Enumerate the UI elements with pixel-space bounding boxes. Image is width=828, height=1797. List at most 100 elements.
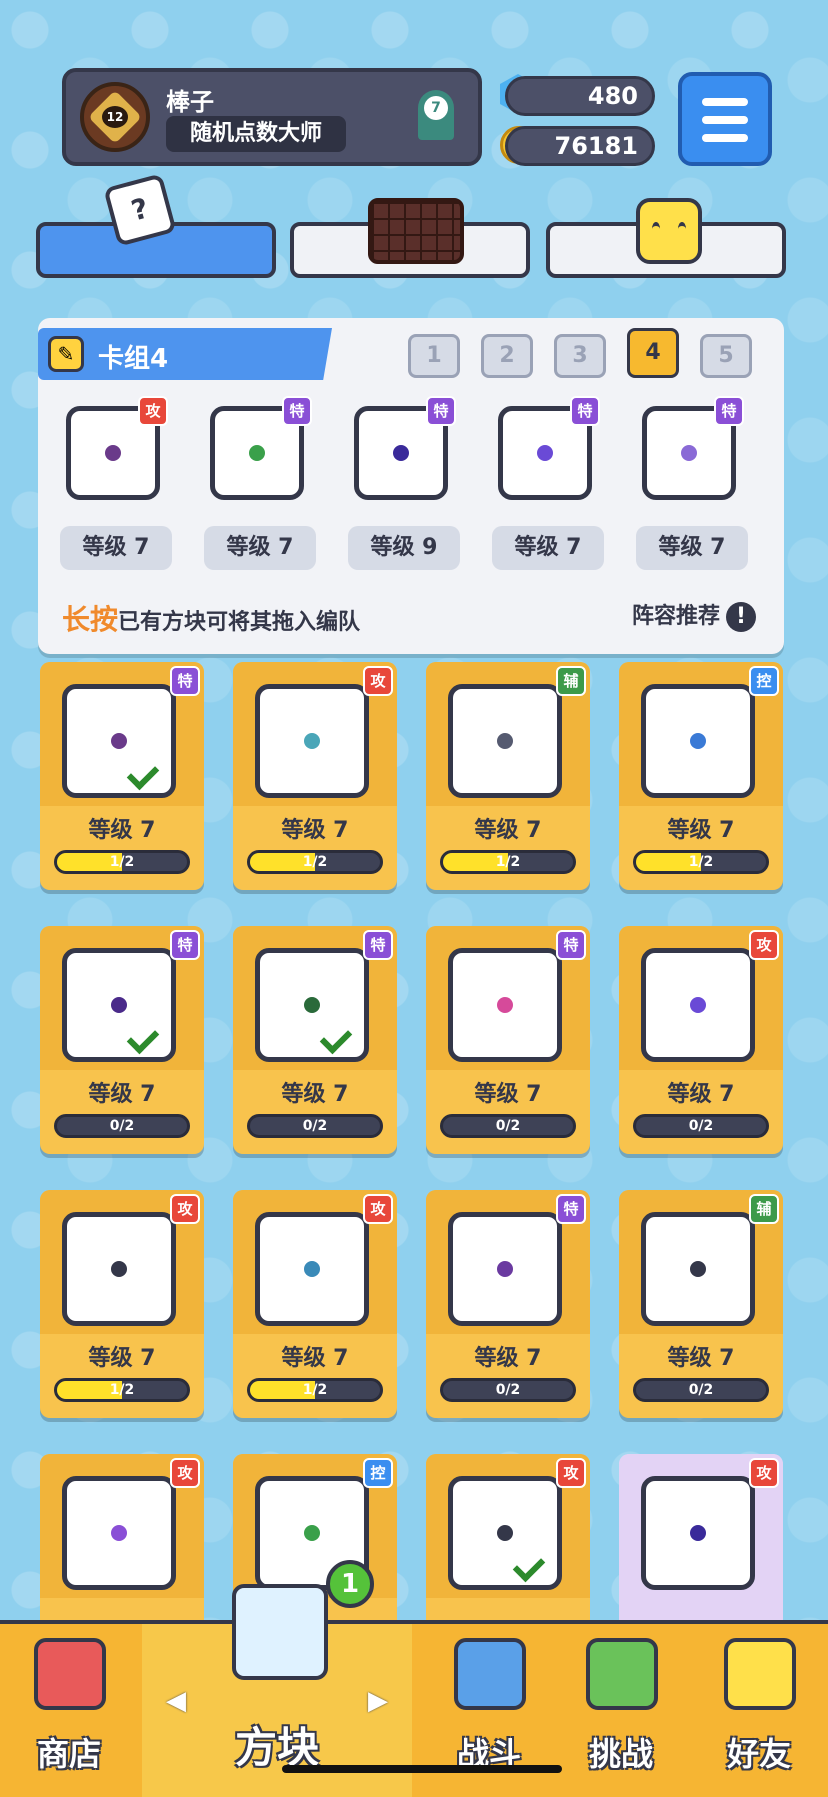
- type-badge: 特: [282, 396, 312, 426]
- pip: [111, 1261, 127, 1277]
- menu-button[interactable]: [678, 72, 772, 166]
- progress-text: 1/2: [688, 854, 714, 870]
- deck-slot-5[interactable]: 5: [700, 334, 752, 378]
- collection-card[interactable]: 攻等级 7 0/2: [619, 926, 783, 1154]
- type-badge: 攻: [363, 1194, 393, 1224]
- type-badge: 控: [363, 1458, 393, 1488]
- collection-card[interactable]: 控等级 7 1/2: [619, 662, 783, 890]
- avatar[interactable]: 12: [80, 82, 150, 152]
- deck-card[interactable]: 特: [202, 396, 312, 506]
- type-badge: 攻: [170, 1194, 200, 1224]
- board-icon: [368, 198, 464, 264]
- hint-text: 已有方块可将其拖入编队: [118, 610, 361, 635]
- dice-tile: [448, 684, 562, 798]
- battle-icon: [454, 1638, 526, 1710]
- progress-bar: 0/2: [247, 1114, 383, 1138]
- pip: [537, 445, 553, 461]
- type-badge: 特: [714, 396, 744, 426]
- card-level: 等级 7: [667, 1082, 735, 1107]
- card-level: 等级 7: [474, 818, 542, 843]
- left-arrow-icon[interactable]: ◀: [166, 1686, 186, 1716]
- type-badge: 特: [170, 930, 200, 960]
- pencil-icon[interactable]: ✎: [48, 336, 84, 372]
- type-badge: 攻: [138, 396, 168, 426]
- progress-text: 0/2: [109, 1118, 135, 1134]
- type-badge: 特: [363, 930, 393, 960]
- nav-challenge[interactable]: 挑战: [552, 1624, 690, 1797]
- deck-name-tag[interactable]: ✎ 卡组4: [38, 328, 332, 380]
- type-badge: 攻: [170, 1458, 200, 1488]
- hint-emphasis: 长按: [62, 603, 119, 636]
- progress-text: 0/2: [688, 1118, 714, 1134]
- deck-slot-3[interactable]: 3: [554, 334, 606, 378]
- coin-count[interactable]: 76181: [505, 126, 655, 166]
- lineup-recommend-button[interactable]: 阵容推荐!: [632, 598, 756, 632]
- progress-bar: 0/2: [633, 1378, 769, 1402]
- collection-card[interactable]: 特等级 7 0/2: [40, 926, 204, 1154]
- collection-card[interactable]: 特等级 7 1/2: [40, 662, 204, 890]
- deck-card-level: 等级 7: [636, 526, 748, 570]
- pip: [111, 997, 127, 1013]
- tab-dice[interactable]: ?: [36, 173, 276, 278]
- pip: [105, 445, 121, 461]
- pip: [304, 1525, 320, 1541]
- deck-card[interactable]: 特: [634, 396, 744, 506]
- tab-board[interactable]: [290, 198, 530, 278]
- pip: [681, 445, 697, 461]
- collection-card[interactable]: 特等级 7 0/2: [233, 926, 397, 1154]
- profile-panel[interactable]: 12 棒子 随机点数大师 7: [62, 68, 482, 166]
- pip: [393, 445, 409, 461]
- deck-card-level: 等级 9: [348, 526, 460, 570]
- collection-card[interactable]: 攻等级 7 1/2: [40, 1190, 204, 1418]
- right-arrow-icon[interactable]: ▶: [368, 1686, 388, 1716]
- dice-tile: [448, 1476, 562, 1590]
- deck-slot-4[interactable]: 4: [627, 328, 679, 378]
- collection-card[interactable]: 辅等级 7 1/2: [426, 662, 590, 890]
- deck-card[interactable]: 攻: [58, 396, 168, 506]
- pip: [690, 1261, 706, 1277]
- deck-card[interactable]: 特: [346, 396, 456, 506]
- card-level: 等级 7: [667, 1346, 735, 1371]
- pip: [497, 1525, 513, 1541]
- card-level: 等级 7: [88, 1346, 156, 1371]
- collection-card[interactable]: 特等级 7 0/2: [426, 1190, 590, 1418]
- recommend-label: 阵容推荐: [631, 604, 720, 629]
- blocks-icon: [232, 1584, 328, 1680]
- deck-slot-1[interactable]: 1: [408, 334, 460, 378]
- collection-card[interactable]: 攻等级 7 1/2: [233, 1190, 397, 1418]
- nav-friends[interactable]: 好友: [690, 1624, 828, 1797]
- progress-bar: 0/2: [440, 1114, 576, 1138]
- player-level: 12: [102, 106, 128, 128]
- type-badge: 辅: [556, 666, 586, 696]
- progress-bar: 0/2: [633, 1114, 769, 1138]
- emote-icon: [636, 198, 702, 264]
- pip: [497, 1261, 513, 1277]
- card-level: 等级 7: [474, 1346, 542, 1371]
- rank-ribbon-icon[interactable]: 7: [418, 90, 454, 140]
- tab-emote[interactable]: [546, 198, 786, 278]
- dice-tile: [255, 948, 369, 1062]
- check-icon: [126, 757, 160, 791]
- collection-card[interactable]: 辅等级 7 0/2: [619, 1190, 783, 1418]
- dice-tile: [62, 684, 176, 798]
- type-badge: 特: [570, 396, 600, 426]
- notification-badge: 1: [326, 1560, 374, 1608]
- type-badge: 攻: [749, 930, 779, 960]
- pip: [304, 1261, 320, 1277]
- progress-text: 0/2: [495, 1118, 521, 1134]
- card-level: 等级 7: [474, 1082, 542, 1107]
- challenge-icon: [586, 1638, 658, 1710]
- check-icon: [319, 1021, 353, 1055]
- progress-bar: 1/2: [440, 850, 576, 874]
- deck-slot-2[interactable]: 2: [481, 334, 533, 378]
- deck-card[interactable]: 特: [490, 396, 600, 506]
- card-level: 等级 7: [88, 1082, 156, 1107]
- rank-value: 7: [424, 96, 448, 120]
- progress-text: 1/2: [302, 854, 328, 870]
- nav-shop[interactable]: 商店: [0, 1624, 138, 1797]
- progress-text: 1/2: [302, 1382, 328, 1398]
- collection-card[interactable]: 特等级 7 0/2: [426, 926, 590, 1154]
- dice-tile: [448, 948, 562, 1062]
- collection-card[interactable]: 攻等级 7 1/2: [233, 662, 397, 890]
- gem-count[interactable]: 480: [505, 76, 655, 116]
